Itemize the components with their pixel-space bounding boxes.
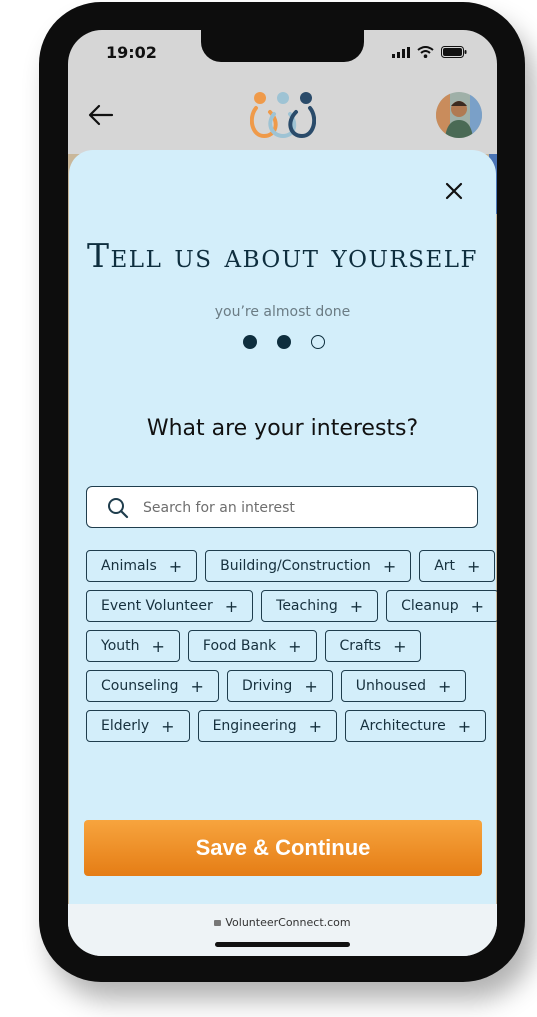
interest-tag-label: Food Bank bbox=[202, 638, 277, 654]
status-time: 19:02 bbox=[106, 43, 157, 62]
add-icon: + bbox=[151, 636, 165, 656]
interest-tag-label: Teaching bbox=[276, 598, 338, 614]
interest-tag-label: Art bbox=[434, 558, 456, 574]
add-icon: + bbox=[382, 556, 397, 576]
add-icon: + bbox=[349, 596, 364, 616]
progress-dots bbox=[243, 335, 325, 349]
home-indicator[interactable] bbox=[215, 942, 350, 947]
interest-search-input[interactable] bbox=[141, 495, 465, 521]
signal-icon bbox=[392, 46, 410, 58]
browser-bar: VolunteerConnect.com bbox=[68, 904, 497, 956]
add-icon: + bbox=[437, 676, 452, 696]
interest-tag-building-construction[interactable]: Building/Construction + bbox=[205, 550, 412, 582]
lock-icon bbox=[214, 920, 222, 926]
interest-tag-label: Crafts bbox=[339, 638, 382, 654]
add-icon: + bbox=[470, 596, 485, 616]
tag-row: Animals + Building/Construction + Art + bbox=[86, 550, 496, 582]
tag-row: Youth + Food Bank + Crafts + bbox=[86, 630, 486, 662]
interest-tag-elderly[interactable]: Elderly + bbox=[86, 710, 190, 742]
interest-tag-label: Elderly bbox=[101, 718, 150, 734]
interest-tag-engineering[interactable]: Engineering + bbox=[197, 710, 337, 742]
volunteer-connect-logo-icon bbox=[250, 92, 316, 139]
interest-tag-label: Unhoused bbox=[355, 678, 426, 694]
tag-row: Elderly + Engineering + Architecture + bbox=[86, 710, 487, 742]
interest-tag-label: Cleanup bbox=[401, 598, 459, 614]
interest-tag-architecture[interactable]: Architecture + bbox=[344, 710, 487, 742]
interest-tag-label: Engineering bbox=[212, 718, 297, 734]
interest-tag-teaching[interactable]: Teaching + bbox=[261, 590, 379, 622]
add-icon: + bbox=[224, 596, 239, 616]
interest-tag-unhoused[interactable]: Unhoused + bbox=[340, 670, 467, 702]
interest-tag-label: Animals bbox=[101, 558, 157, 574]
search-icon bbox=[108, 498, 129, 519]
back-arrow-icon[interactable] bbox=[88, 102, 114, 128]
interest-tag-label: Youth bbox=[101, 638, 140, 654]
interest-tag-event-volunteer[interactable]: Event Volunteer + bbox=[86, 590, 254, 622]
save-continue-button[interactable]: Save & Continue bbox=[84, 820, 482, 876]
interest-tag-food-bank[interactable]: Food Bank + bbox=[187, 630, 317, 662]
interest-tag-youth[interactable]: Youth + bbox=[86, 630, 180, 662]
interest-tag-label: Architecture bbox=[359, 718, 446, 734]
url-bar[interactable]: VolunteerConnect.com bbox=[68, 916, 497, 929]
close-icon[interactable] bbox=[441, 178, 467, 204]
interest-tag-art[interactable]: Art + bbox=[419, 550, 496, 582]
progress-dot-pending bbox=[311, 335, 325, 349]
add-icon: + bbox=[161, 716, 175, 736]
interest-tag-label: Event Volunteer bbox=[101, 598, 213, 614]
add-icon: + bbox=[467, 556, 481, 576]
question-heading: What are your interests? bbox=[146, 416, 419, 441]
tag-row: Counseling + Driving + Unhoused + bbox=[86, 670, 486, 702]
add-icon: + bbox=[190, 676, 204, 696]
interest-tag-driving[interactable]: Driving + bbox=[226, 670, 333, 702]
add-icon: + bbox=[308, 716, 322, 736]
user-avatar[interactable] bbox=[436, 92, 482, 138]
url-text: VolunteerConnect.com bbox=[225, 916, 351, 929]
status-icons bbox=[392, 46, 467, 58]
page-title: Tell us about yourself bbox=[87, 236, 478, 275]
interests-sheet: Tell us about yourself you’re almost don… bbox=[69, 150, 497, 910]
interest-tag-animals[interactable]: Animals + bbox=[86, 550, 198, 582]
progress-dot-complete bbox=[243, 335, 257, 349]
interest-tag-cleanup[interactable]: Cleanup + bbox=[386, 590, 497, 622]
interest-tag-label: Counseling bbox=[101, 678, 179, 694]
progress-dot-complete bbox=[277, 335, 291, 349]
add-icon: + bbox=[304, 676, 318, 696]
battery-icon bbox=[441, 46, 467, 58]
add-icon: + bbox=[288, 636, 302, 656]
notch bbox=[201, 30, 364, 62]
interest-search-box bbox=[86, 486, 478, 528]
interest-tag-counseling[interactable]: Counseling + bbox=[86, 670, 219, 702]
interest-tag-label: Building/Construction bbox=[220, 558, 371, 574]
interest-tag-crafts[interactable]: Crafts + bbox=[324, 630, 422, 662]
interest-tags: Animals + Building/Construction + Art + Event … bbox=[86, 550, 497, 750]
add-icon: + bbox=[457, 716, 472, 736]
add-icon: + bbox=[393, 636, 407, 656]
page-subtitle: you’re almost done bbox=[214, 304, 351, 320]
interest-tag-label: Driving bbox=[241, 678, 293, 694]
tag-row: Event Volunteer + Teaching + Cleanup + bbox=[86, 590, 497, 622]
phone-screen: 19:02 Tell us about yourself you’re almo… bbox=[68, 30, 497, 956]
add-icon: + bbox=[168, 556, 183, 576]
wifi-icon bbox=[417, 46, 434, 58]
